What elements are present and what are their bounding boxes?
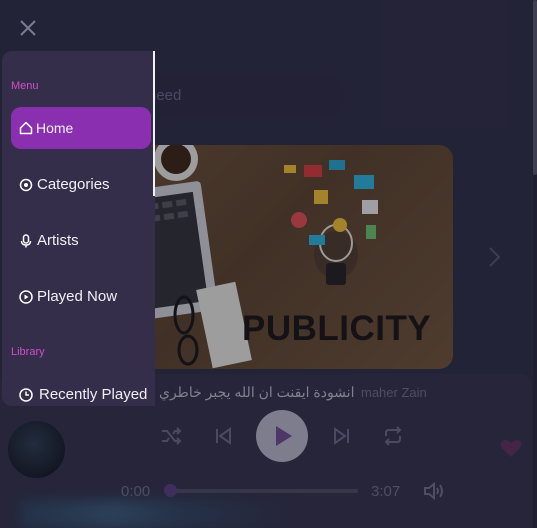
nav-item-artists[interactable]: Artists [11,220,151,262]
drawer-edge [153,51,155,196]
side-drawer: Menu Home Categories Artists Played Now … [2,51,155,406]
nav-item-label: Categories [37,176,110,193]
target-icon [19,178,33,192]
library-section-label: Library [11,346,45,358]
nav-item-recently-played[interactable]: Recently Played [11,374,151,406]
nav-item-label: Recently Played [39,386,148,403]
clock-icon [19,388,33,402]
nav-item-label: Artists [37,232,79,249]
nav-item-label: Played Now [37,288,118,305]
menu-section-label: Menu [11,80,39,92]
nav-item-home[interactable]: Home [11,107,151,149]
home-icon [19,121,33,135]
nav-item-categories[interactable]: Categories [11,164,151,206]
play-circle-icon [19,290,33,304]
nav-item-played-now[interactable]: Played Now [11,276,151,318]
nav-item-label: Home [36,120,74,136]
close-icon[interactable] [19,19,37,37]
microphone-icon [19,234,33,248]
